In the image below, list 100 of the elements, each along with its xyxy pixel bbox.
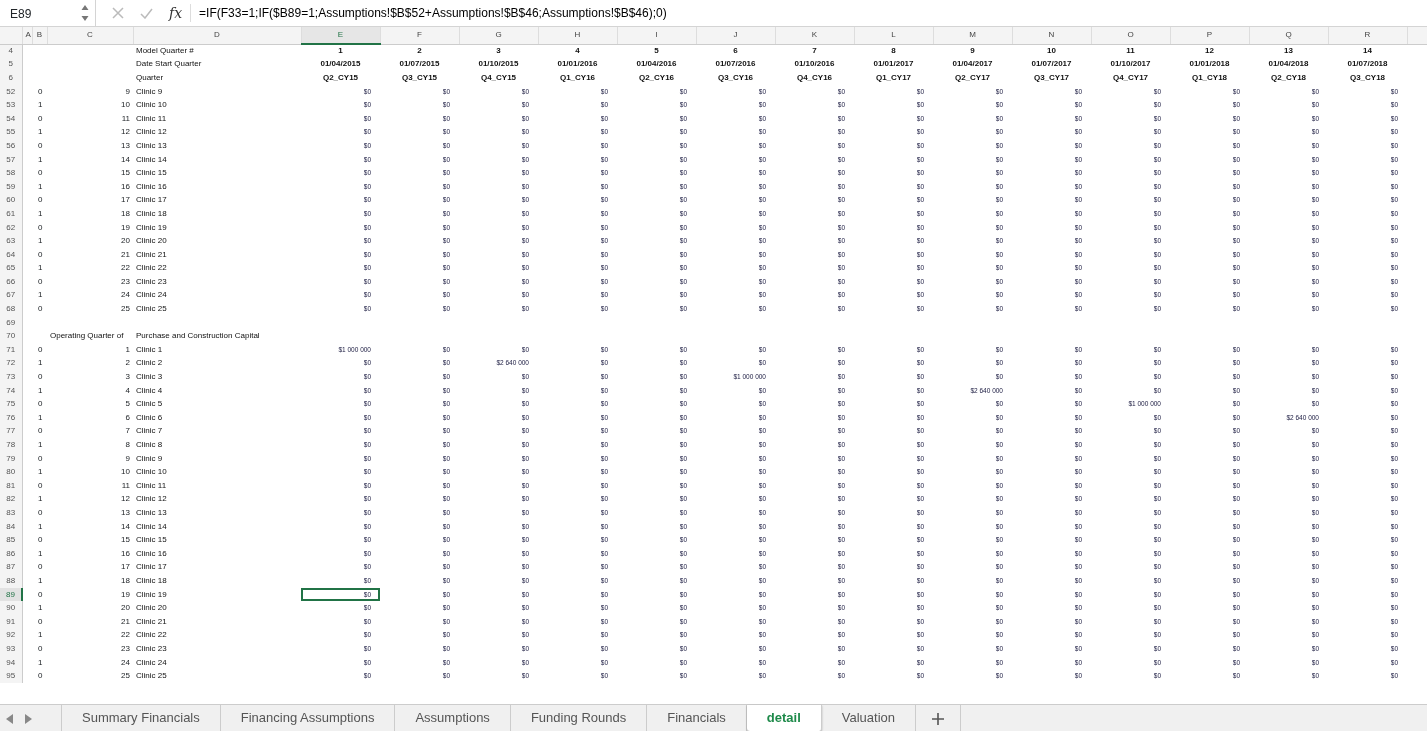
table-cell-text: 8 <box>124 439 131 451</box>
column-header[interactable]: M <box>933 27 1012 44</box>
row-header[interactable]: 90 <box>0 601 22 615</box>
sheet-tab[interactable]: Funding Rounds <box>510 705 648 731</box>
table-cell-text: 20 <box>120 235 131 248</box>
table-cell-text: Date Start Quarter <box>135 58 203 71</box>
row-header[interactable]: 93 <box>0 642 22 656</box>
sheet-tab[interactable]: Valuation <box>821 705 917 731</box>
table-cell-text: Q4_CY16 <box>795 72 834 84</box>
table-cell: 10 <box>1012 44 1091 58</box>
table-cell-text: Q2_CY15 <box>321 72 360 84</box>
table-cell-text: 1 <box>37 547 44 560</box>
table-cell-text: 01/07/2018 <box>1346 58 1389 71</box>
column-header[interactable]: L <box>854 27 933 44</box>
table-cell-text: 0 <box>37 167 44 180</box>
table-cell-text: 19 <box>120 588 131 601</box>
column-header[interactable]: H <box>538 27 617 44</box>
table-cell-text: 1 <box>37 126 44 139</box>
table-cell-text: 01/01/2016 <box>556 58 599 71</box>
table-cell-text: Clinic 10 <box>135 466 168 479</box>
table-cell: 7 <box>775 44 854 58</box>
table-cell-text: 01/07/2017 <box>1030 58 1073 71</box>
table-cell-text: 1 <box>37 466 44 479</box>
table-cell-text: Clinic 10 <box>135 99 168 112</box>
sheet-tab[interactable]: Assumptions <box>395 705 511 731</box>
column-header[interactable]: K <box>775 27 854 44</box>
row-header[interactable]: 6 <box>0 71 22 85</box>
column-header[interactable]: F <box>380 27 459 44</box>
table-cell-text: 01/10/2016 <box>793 58 836 71</box>
table-cell-text: Clinic 9 <box>135 85 164 98</box>
formula-text[interactable]: =IF(F33=1;IF($B89=1;Assumptions!$B$52+Assumptions!$B$46;Assumptions!$B$46);0) <box>199 4 667 22</box>
column-header[interactable]: P <box>1170 27 1249 44</box>
table-cell-text: 9 <box>124 85 131 98</box>
sheet-tab[interactable]: Financing Assumptions <box>220 705 396 731</box>
row-header[interactable]: 80 <box>0 465 22 479</box>
function-label[interactable]: fx <box>169 2 183 24</box>
column-header[interactable]: Q <box>1249 27 1328 44</box>
table-cell-text: 7 <box>124 425 131 438</box>
table-cell-text: 16 <box>120 547 131 560</box>
table-cell-text: Clinic 25 <box>135 303 168 316</box>
row-header[interactable]: 66 <box>0 275 22 289</box>
row-header[interactable]: 83 <box>0 506 22 520</box>
row-header[interactable]: 95 <box>0 669 22 683</box>
table-cell-text: 1 <box>37 207 44 220</box>
table-cell-text: 1 <box>37 493 44 506</box>
table-cell-text: 0 <box>37 343 44 356</box>
column-header[interactable]: C <box>47 27 133 44</box>
column-header[interactable]: O <box>1091 27 1170 44</box>
cancel-icon[interactable] <box>112 7 124 19</box>
column-header[interactable]: E <box>301 27 380 44</box>
row-header[interactable]: 71 <box>0 343 22 357</box>
row-header[interactable]: 85 <box>0 533 22 547</box>
table-cell: 3 <box>459 44 538 58</box>
column-header[interactable]: J <box>696 27 775 44</box>
table-cell-text: 0 <box>37 398 44 411</box>
table-cell-text: 0 <box>37 248 44 261</box>
sheet-tab[interactable]: detail <box>746 705 822 731</box>
row-header[interactable]: 78 <box>0 438 22 452</box>
row-header[interactable]: 88 <box>0 574 22 588</box>
table-cell-text: 1 <box>37 180 44 193</box>
table-cell-text: 1 <box>37 656 44 669</box>
row-header[interactable]: 56 <box>0 139 22 153</box>
row-header[interactable]: 61 <box>0 207 22 221</box>
table-cell-text: 01/10/2015 <box>477 58 520 71</box>
table-cell-text: Clinic 13 <box>135 139 168 152</box>
table-cell: 9 <box>933 44 1012 58</box>
table-cell-text: 0 <box>37 85 44 98</box>
row-header[interactable]: 58 <box>0 166 22 180</box>
row-header[interactable]: 68 <box>0 302 22 316</box>
table-cell-text: Clinic 17 <box>135 194 168 207</box>
table-cell-text: Clinic 15 <box>135 534 168 547</box>
sheet-tab[interactable]: Summary Financials <box>62 705 221 731</box>
table-cell-text: Quarter <box>135 72 165 84</box>
row-header[interactable]: 63 <box>0 234 22 248</box>
column-header[interactable]: R <box>1328 27 1407 44</box>
column-header[interactable]: I <box>617 27 696 44</box>
table-cell-text: 16 <box>120 180 131 193</box>
table-cell-text: Q3_CY16 <box>716 72 755 84</box>
stepper-icon[interactable] <box>81 4 89 22</box>
column-header[interactable]: N <box>1012 27 1091 44</box>
row-header[interactable]: 70 <box>0 329 22 344</box>
row-header[interactable]: 53 <box>0 98 22 112</box>
row-header[interactable]: 81 <box>0 479 22 493</box>
table-cell-text: 0 <box>37 642 44 655</box>
column-header[interactable]: D <box>133 27 301 44</box>
table-cell-text: 0 <box>37 452 44 465</box>
column-header[interactable]: A <box>22 27 32 44</box>
row-header[interactable]: 76 <box>0 411 22 425</box>
check-icon[interactable] <box>140 7 153 19</box>
row-header[interactable]: 75 <box>0 397 22 412</box>
column-header[interactable]: G <box>459 27 538 44</box>
row-header[interactable]: 73 <box>0 370 22 384</box>
table-cell-text: Q3_CY17 <box>1032 72 1071 84</box>
table-cell: 6 <box>696 44 775 58</box>
cell-reference[interactable]: E89 <box>10 7 32 21</box>
table-cell-text: 01/04/2018 <box>1267 58 1310 71</box>
table-cell: 13 <box>1249 44 1328 58</box>
table-cell-text: 20 <box>120 602 131 615</box>
table-cell-text: 18 <box>120 207 131 220</box>
sheet-tab[interactable]: Financials <box>647 705 747 731</box>
